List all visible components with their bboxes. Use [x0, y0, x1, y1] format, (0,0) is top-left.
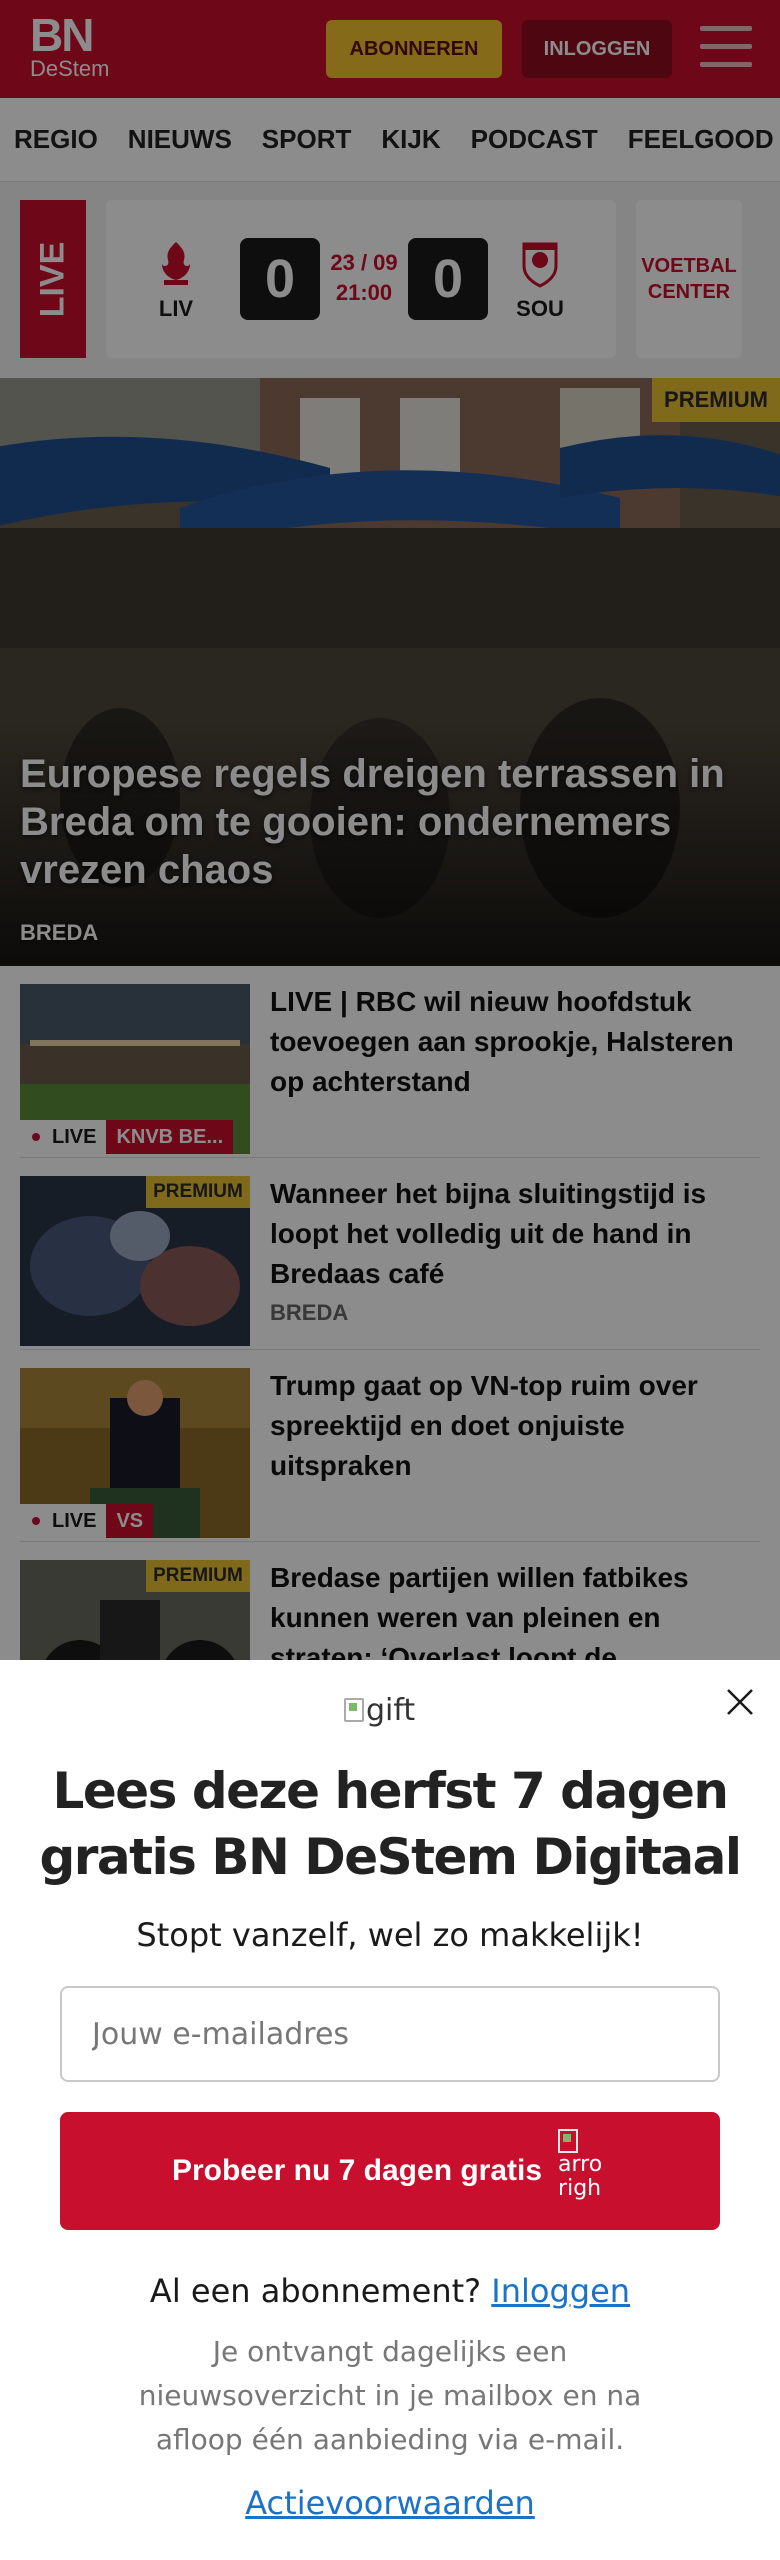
gift-icon: gift — [344, 1690, 415, 1730]
modal-subtitle: Stopt vanzelf, wel zo makkelijk! — [136, 1916, 644, 1954]
terms-link[interactable]: Actievoorwaarden — [30, 2484, 750, 2522]
info-text: Je ontvangt dagelijks een nieuwsoverzich… — [138, 2335, 642, 2456]
broken-image-icon — [344, 1698, 364, 1722]
modal-backdrop[interactable] — [0, 0, 780, 1660]
cta-label: Probeer nu 7 dagen gratis — [171, 2154, 543, 2187]
modal-title: Lees deze herfst 7 dagen gratis BN DeSte… — [39, 1762, 742, 1886]
subscription-modal: gift Lees deze herfst 7 dagen gratis BN … — [0, 1660, 780, 2560]
login-link[interactable]: Inloggen — [491, 2272, 630, 2310]
broken-image-icon — [558, 2129, 579, 2153]
email-field[interactable] — [60, 1986, 720, 2082]
login-prompt: Al een abonnement? Inloggen — [149, 2272, 631, 2310]
trial-cta-button[interactable]: Probeer nu 7 dagen gratis arro righ — [60, 2112, 720, 2230]
close-icon[interactable] — [722, 1684, 758, 1720]
arrow-right-icon: arro righ — [558, 2123, 608, 2219]
